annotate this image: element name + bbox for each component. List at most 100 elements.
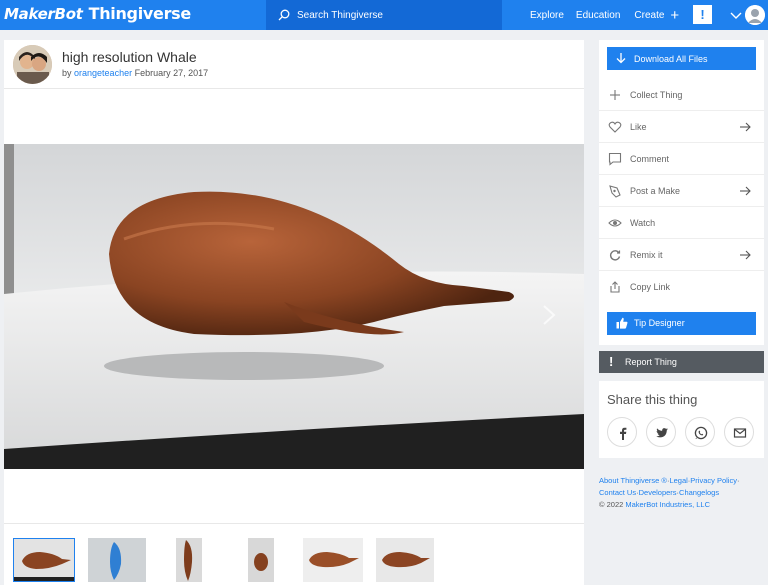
make-icon	[609, 185, 621, 198]
thumbnail-whale-front	[248, 538, 274, 582]
nav-links: Explore Education Create +	[530, 0, 679, 30]
footer-about-link[interactable]: About Thingiverse ®	[599, 476, 667, 485]
watch-button[interactable]: Watch	[599, 207, 764, 239]
byline-by: by	[62, 68, 72, 78]
footer-privacy-link[interactable]: Privacy Policy	[690, 476, 737, 485]
mail-icon	[733, 428, 747, 438]
download-label: Download All Files	[634, 53, 708, 64]
thing-byline: by orangeteacher February 27, 2017	[62, 68, 208, 78]
nav-education[interactable]: Education	[576, 10, 620, 21]
author-link[interactable]: orangeteacher	[74, 68, 132, 78]
next-image-arrow-icon[interactable]	[542, 304, 556, 326]
remix-it-label: Remix it	[630, 250, 663, 260]
watch-label: Watch	[630, 218, 656, 228]
share-icon	[610, 281, 620, 293]
author-photo	[13, 45, 52, 84]
footer-line-1: About Thingiverse ®·Legal·Privacy Policy…	[599, 475, 764, 487]
footer-contact-link[interactable]: Contact Us	[599, 488, 636, 497]
main-thing-image[interactable]	[4, 144, 584, 469]
chevron-down-icon[interactable]	[730, 9, 742, 21]
publish-date: February 27, 2017	[134, 68, 209, 78]
exclamation-icon: !	[609, 354, 614, 369]
collect-thing-label: Collect Thing	[630, 90, 683, 100]
arrow-right-icon	[740, 122, 751, 132]
thumbnail-5[interactable]	[303, 538, 363, 582]
thumbnail-4[interactable]	[248, 538, 274, 582]
thing-title: high resolution Whale	[62, 49, 197, 65]
twitter-icon	[656, 428, 668, 438]
share-mail-button[interactable]	[724, 417, 754, 447]
plus-icon	[610, 90, 620, 100]
arrow-right-icon	[740, 250, 751, 260]
nav-explore[interactable]: Explore	[530, 10, 564, 21]
report-thing-button[interactable]: ! Report Thing	[599, 351, 764, 373]
logo-makerbot: MakerBot	[4, 5, 83, 23]
arrow-right-icon	[740, 186, 751, 196]
post-a-make-button[interactable]: Post a Make	[599, 175, 764, 207]
thumbnail-strip	[4, 538, 584, 585]
like-button[interactable]: Like	[599, 111, 764, 143]
thumbnail-whale-side-2	[376, 538, 434, 582]
site-footer: About Thingiverse ®·Legal·Privacy Policy…	[599, 475, 764, 511]
thing-main-panel: high resolution Whale by orangeteacher F…	[4, 40, 584, 585]
copy-link-button[interactable]: Copy Link	[599, 271, 764, 303]
thumbnail-3[interactable]	[176, 538, 202, 582]
report-thing-label: Report Thing	[625, 357, 677, 367]
thing-actions-sidebar: Download All Files Collect Thing Like Co…	[599, 40, 764, 345]
share-panel: Share this thing	[599, 381, 764, 458]
footer-company-link[interactable]: MakerBot Industries, LLC	[625, 500, 710, 509]
header-divider	[4, 88, 584, 89]
eye-icon	[608, 219, 622, 227]
collect-thing-button[interactable]: Collect Thing	[599, 79, 764, 111]
makerbot-thingiverse-logo[interactable]: MakerBot Thingiverse	[4, 4, 191, 23]
tip-designer-label: Tip Designer	[634, 318, 685, 328]
remix-it-button[interactable]: Remix it	[599, 239, 764, 271]
thumbnail-2[interactable]	[88, 538, 146, 582]
comment-button[interactable]: Comment	[599, 143, 764, 175]
download-all-files-button[interactable]: Download All Files	[607, 47, 756, 70]
author-avatar[interactable]	[13, 45, 52, 84]
thumbnail-1[interactable]	[13, 538, 75, 582]
thumbnail-whale-brown	[14, 539, 74, 581]
thumbnail-whale-vertical	[176, 538, 202, 582]
thumbnail-6[interactable]	[376, 538, 434, 582]
tip-designer-button[interactable]: Tip Designer	[607, 312, 756, 335]
heart-icon	[608, 121, 622, 133]
comment-icon	[608, 152, 622, 166]
download-arrow-icon	[616, 53, 626, 64]
share-whatsapp-button[interactable]	[685, 417, 715, 447]
footer-line-2: Contact Us·Developers·Changelogs	[599, 487, 764, 499]
notification-alert-button[interactable]: !	[693, 5, 712, 24]
remix-icon	[609, 250, 621, 261]
comment-label: Comment	[630, 154, 670, 164]
footer-changelogs-link[interactable]: Changelogs	[679, 488, 719, 497]
thumbnail-whale-side	[303, 538, 363, 582]
thumbnail-whale-blue	[88, 538, 146, 582]
share-twitter-button[interactable]	[646, 417, 676, 447]
user-avatar[interactable]	[745, 5, 765, 25]
share-facebook-button[interactable]	[607, 417, 637, 447]
facebook-icon	[620, 427, 627, 440]
thumbs-up-icon	[616, 317, 628, 329]
plus-icon: +	[670, 6, 680, 24]
search-placeholder: Search Thingiverse	[297, 9, 383, 21]
copy-link-label: Copy Link	[630, 282, 671, 292]
nav-create[interactable]: Create +	[634, 8, 679, 23]
search-input[interactable]: Search Thingiverse	[266, 0, 502, 30]
nav-create-label: Create	[634, 9, 665, 21]
thumbnail-divider	[4, 523, 584, 524]
footer-line-3: © 2022 MakerBot Industries, LLC	[599, 499, 764, 511]
footer-developers-link[interactable]: Developers	[639, 488, 677, 497]
footer-legal-link[interactable]: Legal	[669, 476, 687, 485]
whale-photo	[4, 144, 584, 469]
top-nav-bar: MakerBot Thingiverse Search Thingiverse E…	[0, 0, 768, 30]
share-title: Share this thing	[607, 392, 698, 407]
footer-copyright: © 2022	[599, 500, 624, 509]
like-label: Like	[630, 122, 647, 132]
footer-separator: ·	[736, 476, 740, 485]
user-avatar-icon	[745, 5, 765, 25]
search-icon	[278, 9, 290, 21]
logo-thingiverse: Thingiverse	[88, 4, 192, 23]
post-a-make-label: Post a Make	[630, 186, 681, 196]
whatsapp-icon	[694, 426, 708, 440]
